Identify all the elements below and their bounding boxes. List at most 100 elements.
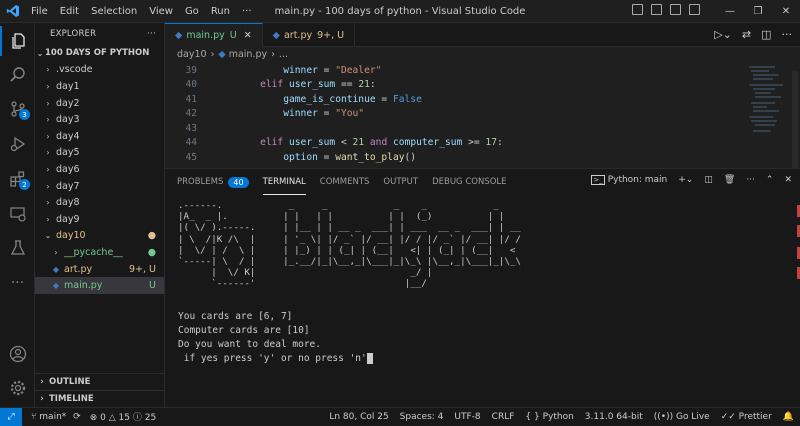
remote-explorer-icon[interactable] [0,199,35,229]
more-actions-icon[interactable]: ··· [782,28,793,41]
explorer-more-icon[interactable]: ··· [147,29,156,39]
breadcrumb-file[interactable]: main.py [229,49,267,60]
account-icon[interactable] [0,339,35,369]
tree-item[interactable]: › day3 [35,111,164,128]
terminal-prompt-text: if yes press 'y' or no press 'n' [178,352,367,364]
notifications-bell-icon[interactable]: 🔔 [783,412,794,422]
tab-comments-label: COMMENTS [319,177,370,187]
tab-debug-console[interactable]: DEBUG CONSOLE [432,169,506,195]
prettier-status[interactable]: ✓✓ Prettier [721,412,772,422]
timeline-section[interactable]: › TIMELINE [35,390,165,407]
branch-status[interactable]: ⑂ main* ⟳ [31,412,81,422]
chevron-up-icon[interactable]: ⌃ [766,175,774,185]
tab-problems[interactable]: PROBLEMS 40 [177,169,249,195]
code-text: winner = "You" [283,108,365,120]
tree-item[interactable]: › day7 [35,178,164,195]
tree-item[interactable]: › day4 [35,128,164,145]
indentation[interactable]: Spaces: 4 [400,412,444,422]
tree-item-label: day9 [56,213,80,225]
workspace-root[interactable]: ⌄ 100 DAYS OF PYTHON [35,45,164,62]
close-panel-icon[interactable]: ✕ [784,175,792,185]
broadcast-icon: ((•)) [653,412,674,422]
go-live-label: Go Live [675,412,710,422]
tab-terminal[interactable]: TERMINAL [262,169,306,195]
tree-item[interactable]: › day6 [35,161,164,178]
run-debug-icon[interactable] [0,129,35,159]
python-interpreter[interactable]: 3.11.0 64-bit [585,412,643,422]
tree-item[interactable]: › day9 [35,211,164,228]
status-bar: ⤢ ⑂ main* ⟳ ⊗ 0 △ 15 ⓘ 25 Ln 80, Col 25 … [0,407,800,426]
tree-item[interactable]: › .vscode [35,62,164,79]
settings-gear-icon[interactable] [0,373,35,403]
more-actions-icon[interactable]: ··· [746,175,755,185]
activity-bar: 3 2 ··· [0,23,35,407]
tree-item[interactable]: › __pycache__ ● [35,244,164,261]
tree-item[interactable]: › day2 [35,95,164,112]
python-file-icon: ◆ [272,29,280,41]
close-tab-icon[interactable]: ✕ [244,30,252,41]
trash-icon[interactable]: 🗑 [724,175,735,185]
problems-status[interactable]: ⊗ 0 △ 15 ⓘ 25 [90,410,157,423]
search-icon[interactable] [0,60,35,90]
cursor-position[interactable]: Ln 80, Col 25 [329,412,388,422]
restore-icon[interactable]: ❐ [744,0,772,23]
split-terminal-icon[interactable]: ◫ [704,175,713,185]
tree-item[interactable]: › day8 [35,194,164,211]
outline-section[interactable]: › OUTLINE [35,373,165,390]
split-editor-icon[interactable]: ◫ [761,28,771,41]
tree-item[interactable]: ◆ art.py 9+, U [35,261,164,278]
menu-more[interactable]: ··· [242,6,252,17]
remote-indicator-icon[interactable]: ⤢ [0,407,22,426]
breadcrumb-folder[interactable]: day10 [177,49,207,60]
terminal-line: Do you want to deal more. [178,338,321,350]
toggle-sidebar-icon[interactable] [632,4,643,15]
more-views-icon[interactable]: ··· [0,268,35,298]
errors-count: 0 [100,413,106,423]
encoding[interactable]: UTF-8 [454,412,480,422]
tree-item-label: main.py [64,280,103,292]
language-mode[interactable]: { } Python [525,412,573,422]
testing-icon[interactable] [0,233,35,263]
menu-selection[interactable]: Selection [91,6,137,17]
terminal-selector[interactable]: >_ Python: main [591,175,667,185]
tab-art-py[interactable]: ◆ art.py 9+, U [263,23,356,47]
toggle-panel-icon[interactable] [651,4,662,15]
customize-layout-icon[interactable] [689,4,700,15]
compare-changes-icon[interactable]: ⇄ [742,28,751,41]
code-editor[interactable]: 39 winner = "Dealer" 40 elif user_sum == … [165,63,740,165]
info-count: 25 [144,413,157,423]
tree-item[interactable]: › day1 [35,78,164,95]
menu-go[interactable]: Go [185,6,199,17]
info-icon: ⓘ [132,413,142,423]
go-live-button[interactable]: ((•)) Go Live [654,412,710,422]
menu-view[interactable]: View [149,6,173,17]
breadcrumb-symbol[interactable]: ... [279,49,288,60]
line-ending[interactable]: CRLF [492,412,515,422]
terminal-name: Python: main [607,175,668,185]
tree-item[interactable]: ◆ main.py U [35,277,164,294]
status-right: Ln 80, Col 25 Spaces: 4 UTF-8 CRLF { } P… [329,408,794,426]
python-file-icon: ◆ [52,281,60,291]
editor-tabs: ◆ main.py U ✕ ◆ art.py 9+, U ▷⌄ ⇄ ◫ ··· [165,23,800,47]
terminal-output[interactable]: .------. _ _ _ _ _ |A_ _ |. | | | | | | … [178,200,521,366]
explorer-icon[interactable] [0,26,35,56]
sync-icon[interactable]: ⟳ [73,412,81,422]
run-python-icon[interactable]: ▷⌄ [714,28,732,41]
toggle-secondary-sidebar-icon[interactable] [670,4,681,15]
close-window-icon[interactable]: ✕ [772,0,800,23]
tab-comments[interactable]: COMMENTS [320,169,370,195]
minimap[interactable] [745,63,790,163]
extensions-icon[interactable]: 2 [0,164,35,194]
tab-output[interactable]: OUTPUT [383,169,418,195]
tree-item[interactable]: ⌄ day10 ● [35,228,164,245]
new-terminal-icon[interactable]: +⌄ [678,175,693,185]
tab-main-py[interactable]: ◆ main.py U ✕ [165,23,263,47]
tree-item[interactable]: › day5 [35,145,164,162]
source-control-icon[interactable]: 3 [0,94,35,124]
menu-edit[interactable]: Edit [60,6,79,17]
menu-file[interactable]: File [31,6,48,17]
menu-run[interactable]: Run [211,6,230,17]
editor-scrollbar[interactable] [792,71,798,181]
tree-item-status: U [149,280,156,292]
minimize-icon[interactable]: — [716,0,744,23]
